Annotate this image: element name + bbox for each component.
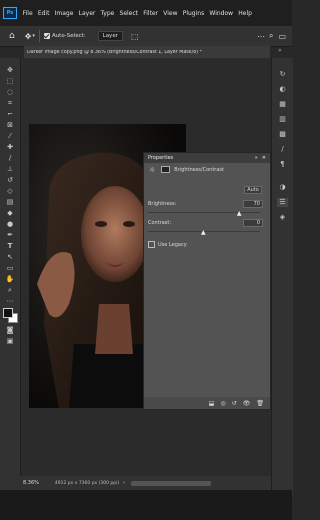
swatches-panel-icon[interactable]: ▦	[277, 100, 288, 109]
crop-tool-icon[interactable]: ⌐	[5, 110, 15, 118]
menu-filter[interactable]: Filter	[141, 10, 161, 17]
more-options-icon[interactable]: ⋯	[257, 32, 265, 41]
horizontal-scrollbar[interactable]	[131, 480, 212, 486]
use-legacy-row: Use Legacy	[148, 241, 187, 248]
photoshop-logo-icon[interactable]: Ps	[3, 7, 17, 19]
eraser-tool-icon[interactable]: ◇	[5, 187, 15, 195]
path-selection-tool-icon[interactable]: ↖	[5, 253, 15, 261]
gradients-panel-icon[interactable]: ▥	[277, 115, 288, 124]
adjustment-name: Brightness/Contrast	[174, 166, 224, 173]
foreground-color-swatch[interactable]	[3, 308, 13, 318]
hand-tool-icon[interactable]: ✋	[5, 275, 15, 283]
properties-panel: Properties » ✕ ☼ Brightness/Contrast Aut…	[143, 152, 271, 410]
menu-file[interactable]: File	[20, 10, 35, 17]
home-icon[interactable]: ⌂	[9, 31, 15, 41]
object-selection-tool-icon[interactable]: ⌗	[5, 99, 15, 107]
marquee-tool-icon[interactable]: ⬚	[5, 77, 15, 85]
transform-controls-icon[interactable]: ⬚	[131, 32, 139, 41]
menu-type[interactable]: Type	[98, 10, 117, 17]
menu-plugins[interactable]: Plugins	[180, 10, 207, 17]
auto-select-checkbox[interactable]	[43, 33, 50, 39]
view-previous-state-icon[interactable]: ◎	[220, 400, 225, 407]
brightness-slider-thumb[interactable]: ▲	[237, 211, 242, 217]
frame-tool-icon[interactable]: ⊠	[5, 121, 15, 129]
delete-icon[interactable]: 🗑	[256, 400, 264, 407]
properties-panel-icon[interactable]: ☰	[277, 198, 288, 207]
menu-edit[interactable]: Edit	[35, 10, 52, 17]
auto-select-label: Auto-Select:	[51, 33, 86, 39]
history-panel-icon[interactable]: ↻	[277, 70, 288, 79]
search-icon[interactable]: ⌕	[269, 31, 273, 41]
brush-tool-icon[interactable]: ∕	[5, 154, 15, 162]
close-panel-icon[interactable]: ✕	[262, 155, 266, 161]
menu-layer[interactable]: Layer	[76, 10, 98, 17]
more-tools-icon[interactable]: ⋯	[5, 297, 15, 305]
auto-select-target-dropdown[interactable]: Layer	[97, 31, 123, 41]
menu-bar: Ps File Edit Image Layer Type Select Fil…	[0, 0, 292, 26]
brush-panel-icon[interactable]: ∕	[277, 145, 288, 154]
brightness-value-field[interactable]: 70	[243, 200, 263, 208]
patterns-panel-icon[interactable]: ▩	[277, 130, 288, 139]
history-brush-tool-icon[interactable]: ↺	[5, 176, 15, 184]
color-panel-icon[interactable]: ◐	[277, 85, 288, 94]
properties-header: Properties » ✕	[144, 153, 270, 163]
document-title: Darker image copy.png @ 8.36% (Brightnes…	[27, 49, 203, 55]
bottom-bar	[0, 490, 292, 520]
status-menu-icon[interactable]: ›	[123, 480, 125, 486]
contrast-slider-thumb[interactable]: ▲	[201, 230, 206, 236]
mask-icon[interactable]	[161, 166, 171, 173]
toggle-visibility-icon[interactable]: 👁	[243, 400, 251, 407]
right-panel-collapse-icon[interactable]: »	[278, 47, 282, 54]
move-tool-icon[interactable]: ✥	[5, 66, 15, 74]
pen-tool-icon[interactable]: ✒	[5, 231, 15, 239]
menu-select[interactable]: Select	[117, 10, 141, 17]
properties-title: Properties	[148, 155, 174, 161]
brightness-contrast-icon[interactable]: ☼	[149, 166, 155, 174]
rectangle-tool-icon[interactable]: ▭	[5, 264, 15, 272]
move-tool-icon[interactable]: ✥	[25, 32, 32, 41]
eyedropper-tool-icon[interactable]: ⁄	[5, 132, 15, 140]
options-bar: ⌂ ✥ ▾ Auto-Select: Layer ⬚ ⋯ ⌕ ▭	[0, 26, 292, 47]
auto-button[interactable]: Auto	[244, 186, 262, 194]
brightness-label: Brightness:	[148, 201, 177, 207]
menu-view[interactable]: View	[161, 10, 180, 17]
layers-panel-icon[interactable]: ◈	[277, 213, 288, 222]
zoom-level[interactable]: 8.36%	[23, 480, 39, 486]
gradient-tool-icon[interactable]: ▤	[5, 198, 15, 206]
menu-window[interactable]: Window	[207, 10, 236, 17]
contrast-label: Contrast:	[148, 220, 172, 226]
document-info[interactable]: 4912 px x 7360 px (300 ppi)	[55, 481, 119, 486]
brightness-slider-track[interactable]	[148, 212, 260, 213]
color-swatches[interactable]	[3, 308, 18, 323]
blur-tool-icon[interactable]: ◆	[5, 209, 15, 217]
lasso-tool-icon[interactable]: ◌	[5, 88, 15, 96]
zoom-tool-icon[interactable]: ⌕	[5, 286, 15, 294]
clone-stamp-tool-icon[interactable]: ⊥	[5, 165, 15, 173]
use-legacy-label: Use Legacy	[158, 241, 187, 248]
use-legacy-checkbox[interactable]	[148, 241, 155, 248]
clip-to-layer-icon[interactable]: ⬓	[209, 400, 215, 407]
contrast-value-field[interactable]: 0	[243, 219, 263, 227]
quick-mask-icon[interactable]: ◙	[5, 326, 15, 334]
type-tool-icon[interactable]: T	[5, 242, 15, 250]
paragraph-panel-icon[interactable]: ¶	[277, 160, 288, 169]
menu-help[interactable]: Help	[236, 10, 255, 17]
workspace-icon[interactable]: ▭	[278, 32, 286, 41]
menu-image[interactable]: Image	[52, 10, 76, 17]
adjustments-panel-icon[interactable]: ◑	[277, 183, 288, 192]
healing-brush-tool-icon[interactable]: ✚	[5, 143, 15, 151]
divider	[38, 30, 40, 42]
collapse-panel-icon[interactable]: »	[255, 155, 258, 161]
properties-tabs: ☼ Brightness/Contrast	[144, 163, 270, 176]
chevron-down-icon[interactable]: ▾	[32, 33, 35, 39]
dodge-tool-icon[interactable]: ●	[5, 220, 15, 228]
screen-mode-icon[interactable]: ▣	[5, 337, 15, 345]
reset-icon[interactable]: ↺	[232, 400, 237, 407]
tools-panel: ✥ ⬚ ◌ ⌗ ⌐ ⊠ ⁄ ✚ ∕ ⊥ ↺ ◇ ▤ ◆ ● ✒ T ↖ ▭ ✋ …	[0, 58, 21, 498]
panel-dock: ↻ ◐ ▦ ▥ ▩ ∕ ¶ ◑ ☰ ◈	[271, 58, 293, 498]
status-bar: 8.36% 4912 px x 7360 px (300 ppi) ›	[0, 476, 271, 490]
properties-footer: ⬓ ◎ ↺ 👁 🗑	[144, 397, 270, 409]
document-tab[interactable]: Darker image copy.png @ 8.36% (Brightnes…	[24, 46, 270, 58]
